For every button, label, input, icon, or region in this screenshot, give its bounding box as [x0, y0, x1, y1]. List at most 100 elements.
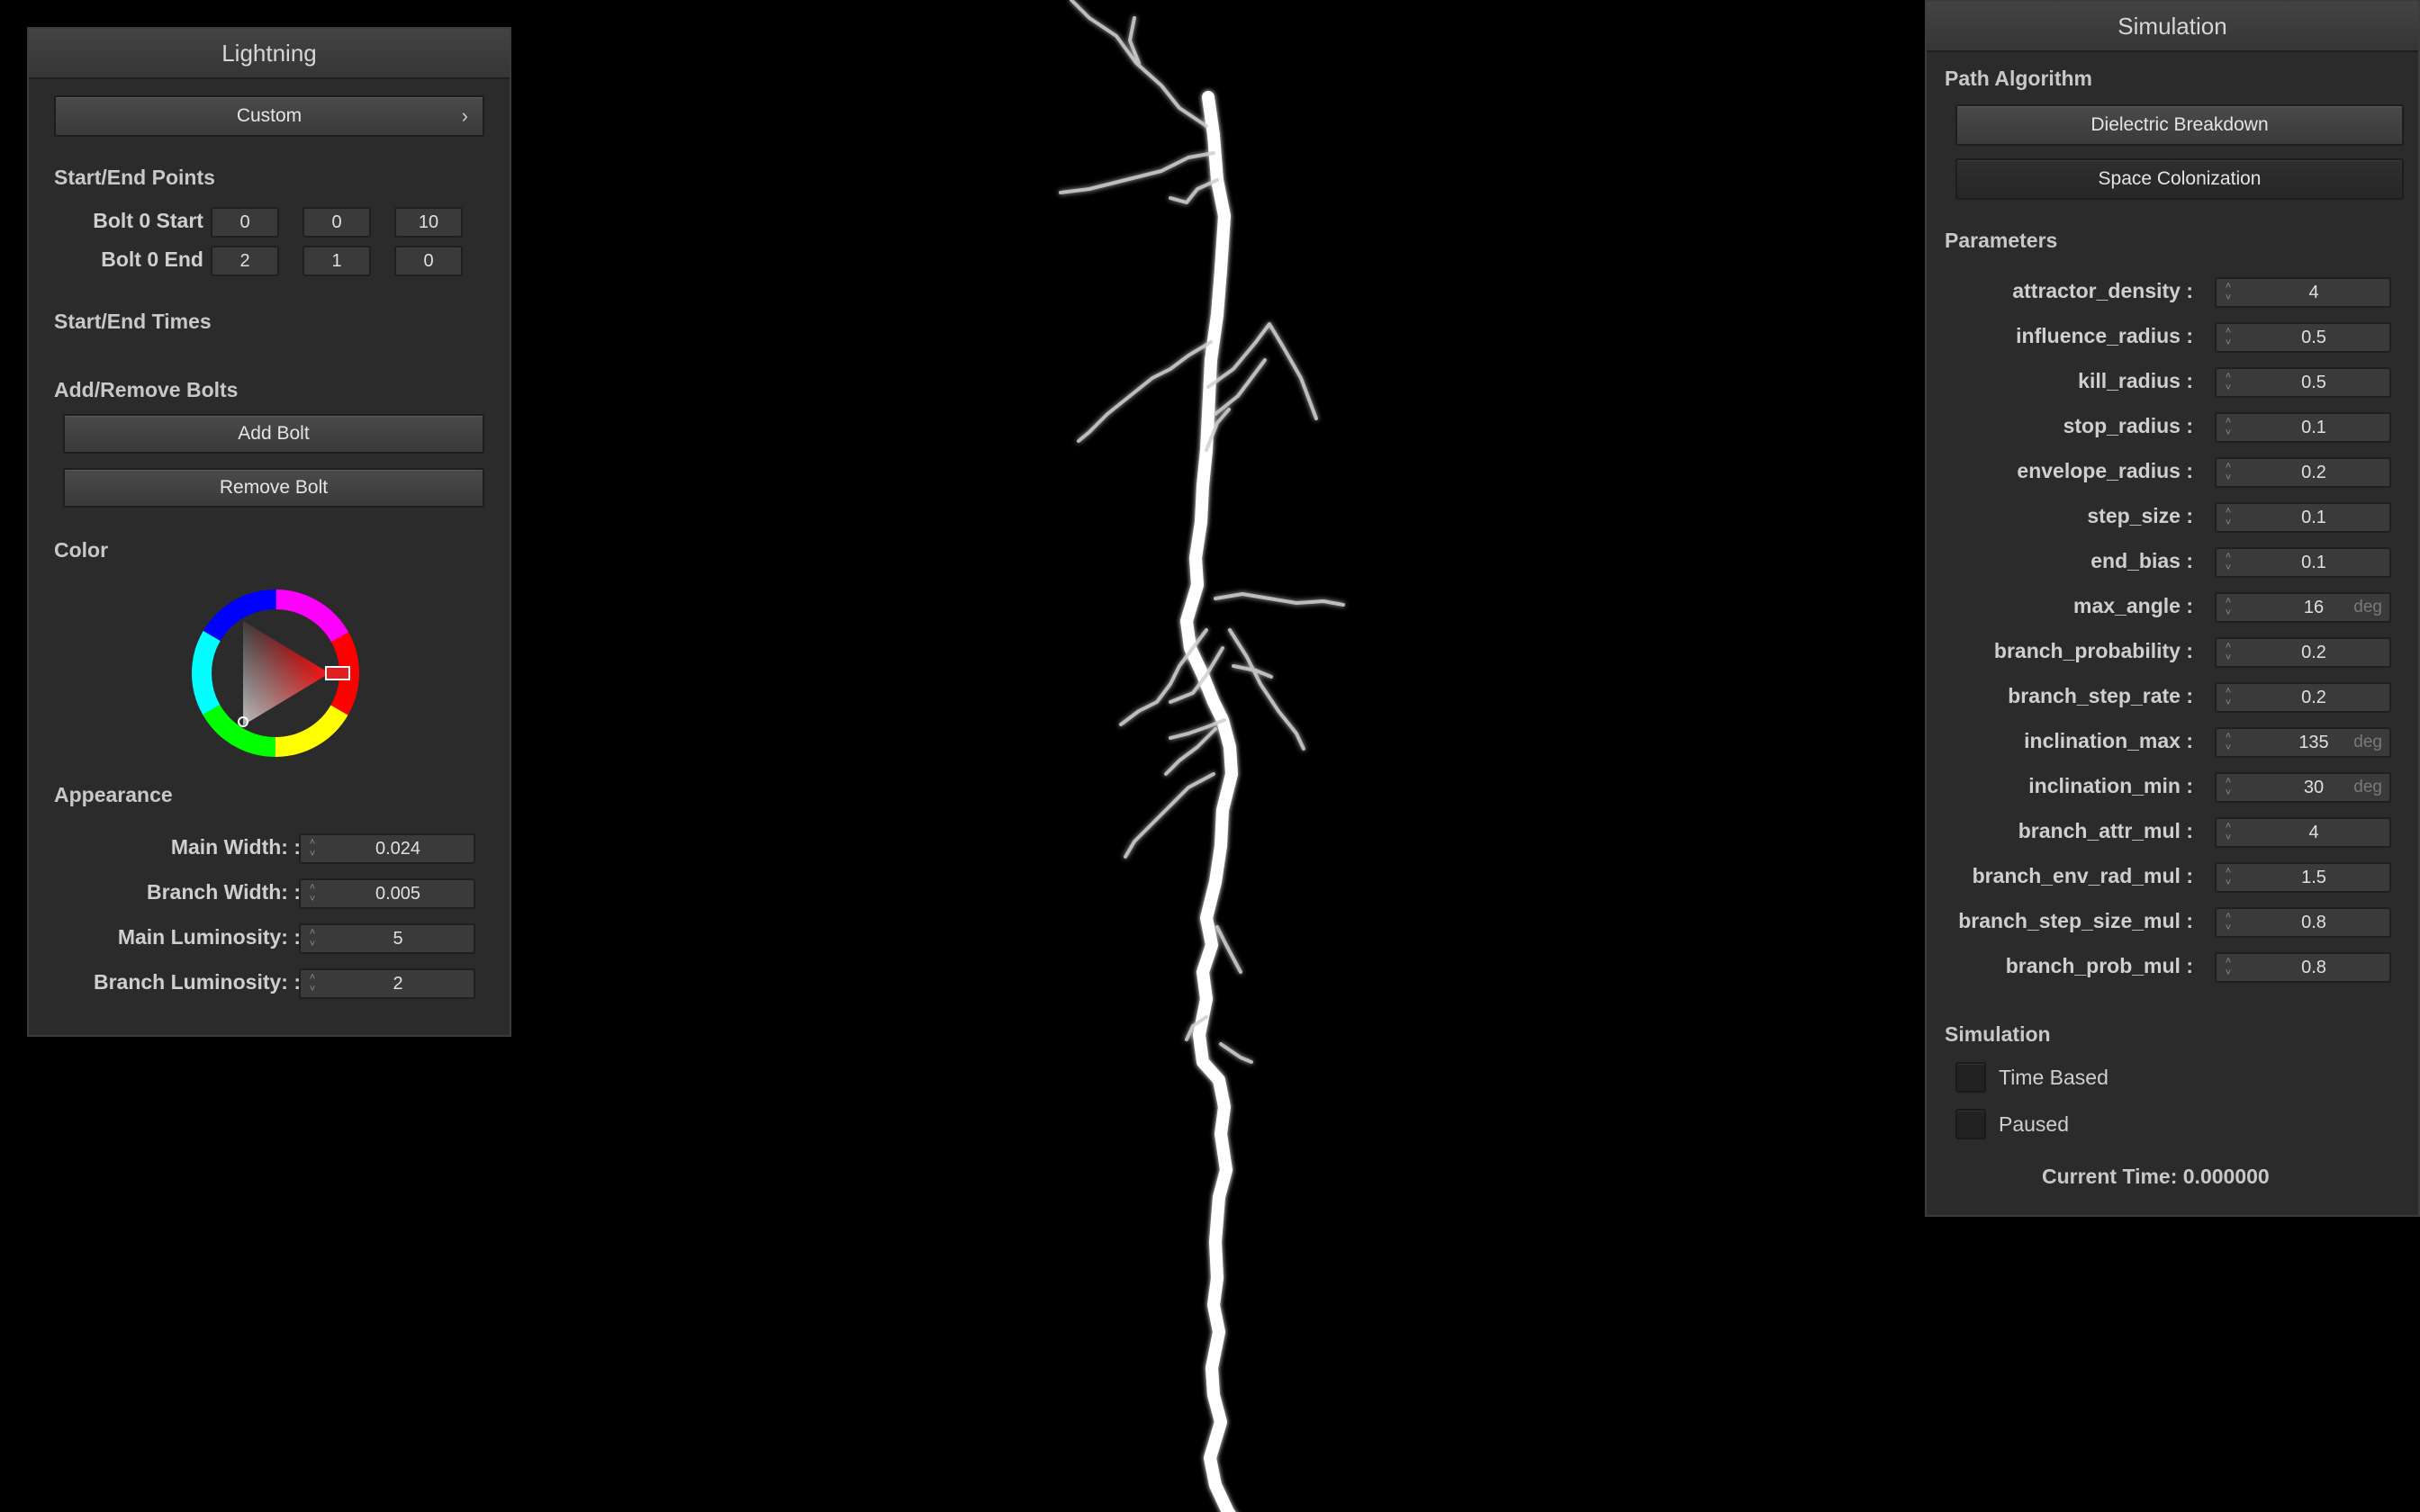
branch-attr-mul-label: branch_attr_mul :: [2018, 819, 2193, 842]
branch-env-rad-mul-value: 1.5: [2301, 868, 2326, 887]
remove-bolt-button[interactable]: Remove Bolt: [63, 468, 484, 508]
inclination-min-spinbox[interactable]: ˄ ˅ 30 deg: [2215, 772, 2391, 803]
main-luminosity-spinbox[interactable]: ˄ ˅ 5: [299, 923, 475, 954]
chevron-right-icon: ›: [461, 104, 468, 127]
branch-step-size-mul-label: branch_step_size_mul :: [1958, 909, 2193, 932]
spin-arrows-icon[interactable]: ˄ ˅: [2222, 371, 2235, 394]
spin-arrows-icon[interactable]: ˄ ˅: [2222, 821, 2235, 844]
time-based-label[interactable]: Time Based: [1999, 1066, 2108, 1090]
step-size-spinbox[interactable]: ˄ ˅ 0.1: [2215, 502, 2391, 533]
envelope-radius-value: 0.2: [2301, 463, 2326, 482]
spin-arrows-icon[interactable]: ˄ ˅: [2222, 776, 2235, 799]
branch-prob-mul-label: branch_prob_mul :: [2005, 954, 2193, 977]
bolt-branch: [1228, 628, 1305, 751]
main-luminosity-value: 5: [393, 929, 403, 949]
spin-arrows-icon[interactable]: ˄ ˅: [2222, 461, 2235, 484]
inclination-max-unit: deg: [2353, 733, 2382, 752]
bolt-start-y-input[interactable]: 0: [302, 207, 371, 238]
spin-arrows-icon[interactable]: ˄ ˅: [2222, 281, 2235, 304]
end-bias-spinbox[interactable]: ˄ ˅ 0.1: [2215, 547, 2391, 578]
spin-arrows-icon[interactable]: ˄ ˅: [2222, 551, 2235, 574]
spin-arrows-icon[interactable]: ˄ ˅: [306, 837, 319, 860]
paused-label[interactable]: Paused: [1999, 1112, 2069, 1137]
bolt-main-channel: [1180, 91, 1238, 1512]
branch-step-rate-label: branch_step_rate :: [2008, 684, 2193, 707]
color-wheel-picker[interactable]: [185, 583, 366, 763]
kill-radius-value: 0.5: [2301, 373, 2326, 392]
branch-step-rate-spinbox[interactable]: ˄ ˅ 0.2: [2215, 682, 2391, 713]
inclination-min-label: inclination_min :: [2028, 774, 2193, 797]
branch-prob-mul-spinbox[interactable]: ˄ ˅ 0.8: [2215, 952, 2391, 983]
path-algorithm-heading: Path Algorithm: [1945, 67, 2092, 90]
bolt-branch: [1215, 925, 1242, 974]
branch-probability-spinbox[interactable]: ˄ ˅ 0.2: [2215, 637, 2391, 668]
branch-env-rad-mul-spinbox[interactable]: ˄ ˅ 1.5: [2215, 862, 2391, 893]
branch-attr-mul-value: 4: [2308, 823, 2319, 842]
bolt-branch: [1214, 358, 1267, 416]
branch-luminosity-label: Branch Luminosity: :: [93, 970, 301, 994]
add-bolt-button[interactable]: Add Bolt: [63, 414, 484, 454]
branch-probability-value: 0.2: [2301, 643, 2326, 662]
end-bias-label: end_bias :: [2090, 549, 2193, 572]
spin-arrows-icon[interactable]: ˄ ˅: [2222, 596, 2235, 619]
branch-width-value: 0.005: [375, 884, 421, 904]
inclination-max-label: inclination_max :: [2024, 729, 2193, 752]
spin-arrows-icon[interactable]: ˄ ˅: [2222, 326, 2235, 349]
bolt-branch: [1206, 322, 1318, 420]
attractor-density-label: attractor_density :: [2012, 279, 2193, 302]
branch-luminosity-spinbox[interactable]: ˄ ˅ 2: [299, 968, 475, 999]
parameters-heading: Parameters: [1945, 229, 2058, 252]
branch-step-size-mul-spinbox[interactable]: ˄ ˅ 0.8: [2215, 907, 2391, 938]
spin-arrows-icon[interactable]: ˄ ˅: [2222, 506, 2235, 529]
influence-radius-label: influence_radius :: [2016, 324, 2193, 347]
kill-radius-spinbox[interactable]: ˄ ˅ 0.5: [2215, 367, 2391, 398]
stop-radius-spinbox[interactable]: ˄ ˅ 0.1: [2215, 412, 2391, 443]
time-based-checkbox[interactable]: [1955, 1062, 1986, 1093]
bolt-branch: [1124, 772, 1215, 859]
branch-attr-mul-spinbox[interactable]: ˄ ˅ 4: [2215, 817, 2391, 848]
bolt-branch: [1119, 628, 1208, 726]
step-size-value: 0.1: [2301, 508, 2326, 527]
bolt-end-z-input[interactable]: 0: [394, 246, 463, 276]
viewport[interactable]: Lightning Custom › Start/End Points Bolt…: [0, 0, 2420, 1512]
spin-arrows-icon[interactable]: ˄ ˅: [306, 927, 319, 950]
hue-handle[interactable]: [325, 666, 350, 680]
attractor-density-spinbox[interactable]: ˄ ˅ 4: [2215, 277, 2391, 308]
end-bias-value: 0.1: [2301, 553, 2326, 572]
bolt-branch: [1214, 592, 1345, 607]
influence-radius-spinbox[interactable]: ˄ ˅ 0.5: [2215, 322, 2391, 353]
preset-dropdown-button[interactable]: Custom ›: [54, 95, 484, 137]
paused-checkbox[interactable]: [1955, 1109, 1986, 1139]
spin-arrows-icon[interactable]: ˄ ˅: [306, 882, 319, 905]
envelope-radius-spinbox[interactable]: ˄ ˅ 0.2: [2215, 457, 2391, 488]
spin-arrows-icon[interactable]: ˄ ˅: [2222, 686, 2235, 709]
bolt-start-z-input[interactable]: 10: [394, 207, 463, 238]
add-remove-bolts-heading: Add/Remove Bolts: [54, 378, 239, 401]
spin-arrows-icon[interactable]: ˄ ˅: [2222, 731, 2235, 754]
inclination-max-spinbox[interactable]: ˄ ˅ 135 deg: [2215, 727, 2391, 758]
spin-arrows-icon[interactable]: ˄ ˅: [306, 972, 319, 995]
lightning-panel-title[interactable]: Lightning: [29, 29, 510, 79]
appearance-heading: Appearance: [54, 783, 173, 806]
bolt-end-x-input[interactable]: 2: [211, 246, 279, 276]
spin-arrows-icon[interactable]: ˄ ˅: [2222, 911, 2235, 934]
simulation-panel-title[interactable]: Simulation: [1927, 2, 2418, 52]
spin-arrows-icon[interactable]: ˄ ˅: [2222, 866, 2235, 889]
branch-width-spinbox[interactable]: ˄ ˅ 0.005: [299, 878, 475, 909]
simulation-heading: Simulation: [1945, 1022, 2051, 1046]
bolt-start-x-input[interactable]: 0: [211, 207, 279, 238]
inclination-min-unit: deg: [2353, 778, 2382, 796]
space-colonization-button[interactable]: Space Colonization: [1955, 158, 2404, 200]
main-width-label: Main Width: :: [170, 835, 301, 859]
spin-arrows-icon[interactable]: ˄ ˅: [2222, 956, 2235, 979]
main-width-spinbox[interactable]: ˄ ˅ 0.024: [299, 833, 475, 864]
spin-arrows-icon[interactable]: ˄ ˅: [2222, 641, 2235, 664]
stop-radius-value: 0.1: [2301, 418, 2326, 437]
envelope-radius-label: envelope_radius :: [2017, 459, 2193, 482]
start-end-times-heading[interactable]: Start/End Times: [54, 310, 212, 334]
color-heading: Color: [54, 538, 109, 562]
spin-arrows-icon[interactable]: ˄ ˅: [2222, 416, 2235, 439]
bolt-end-y-input[interactable]: 1: [302, 246, 371, 276]
dielectric-breakdown-button[interactable]: Dielectric Breakdown: [1955, 104, 2404, 146]
max-angle-spinbox[interactable]: ˄ ˅ 16 deg: [2215, 592, 2391, 623]
